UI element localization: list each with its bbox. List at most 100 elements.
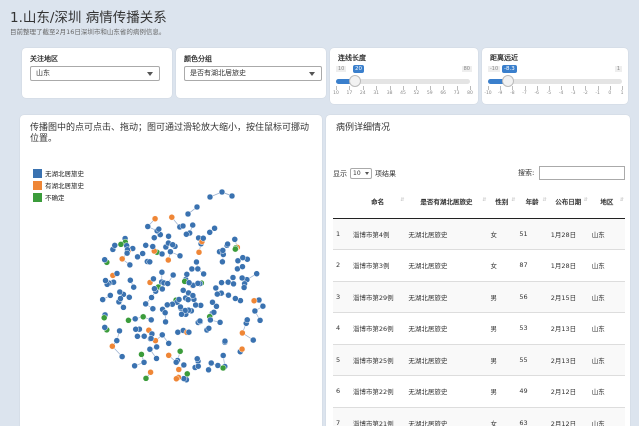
network-node[interactable] xyxy=(123,249,131,257)
network-node[interactable] xyxy=(125,317,132,324)
network-node[interactable] xyxy=(169,271,177,279)
network-node[interactable] xyxy=(210,309,218,316)
network-node[interactable] xyxy=(147,369,154,376)
network-node[interactable] xyxy=(139,313,147,321)
network-node[interactable] xyxy=(113,270,121,277)
table-row[interactable]: 7 淄博市第21例 无湖北居旅史女 63 2月12日 山东 xyxy=(333,406,625,426)
network-node[interactable] xyxy=(175,296,183,303)
network-node[interactable] xyxy=(238,274,246,282)
network-node[interactable] xyxy=(183,231,190,238)
network-node[interactable] xyxy=(189,292,197,299)
network-node[interactable] xyxy=(195,249,203,256)
network-node[interactable] xyxy=(219,247,227,254)
network-node[interactable] xyxy=(193,355,201,363)
network-node[interactable] xyxy=(224,240,231,248)
network-node[interactable] xyxy=(169,241,176,248)
network-node[interactable] xyxy=(189,221,196,229)
column-header[interactable]: 是否有湖北居旅史 ⇵ xyxy=(405,185,488,219)
network-node[interactable] xyxy=(148,294,155,301)
network-node[interactable] xyxy=(232,245,239,253)
table-row[interactable]: 4 淄博市第26例 无湖北居旅史男 53 2月13日 山东 xyxy=(333,312,625,344)
network-node[interactable] xyxy=(174,328,182,336)
network-node[interactable] xyxy=(240,284,248,291)
network-node[interactable] xyxy=(131,315,139,323)
column-header[interactable]: 命名 ⇵ xyxy=(349,185,406,219)
network-node[interactable] xyxy=(219,352,227,359)
network-node[interactable] xyxy=(151,215,159,222)
network-node[interactable] xyxy=(179,287,187,294)
network-node[interactable] xyxy=(176,252,184,260)
network-node[interactable] xyxy=(165,233,172,240)
table-row[interactable]: 1 淄博市第4例 无湖北居旅史女 51 1月28日 山东 xyxy=(333,217,625,250)
network-node[interactable] xyxy=(218,279,225,286)
network-node[interactable] xyxy=(232,295,239,302)
network-node[interactable] xyxy=(214,290,221,298)
network-node[interactable] xyxy=(211,225,218,232)
column-header[interactable]: 地区 ⇵ xyxy=(588,185,625,219)
network-node[interactable] xyxy=(221,337,229,345)
network-node[interactable] xyxy=(193,258,200,266)
network-node[interactable] xyxy=(243,316,251,324)
network-node[interactable] xyxy=(175,366,183,373)
search-input[interactable] xyxy=(539,166,625,180)
network-node[interactable] xyxy=(200,270,207,278)
network-node[interactable] xyxy=(146,258,153,266)
network-node[interactable] xyxy=(165,256,172,264)
network-node[interactable] xyxy=(142,300,149,308)
network-node[interactable] xyxy=(142,375,150,382)
network-node[interactable] xyxy=(100,314,108,322)
network-node[interactable] xyxy=(168,213,176,221)
network-node[interactable] xyxy=(107,292,114,299)
network-node[interactable] xyxy=(183,271,191,278)
network-node[interactable] xyxy=(132,326,139,333)
network-node[interactable] xyxy=(165,340,172,347)
network-node[interactable] xyxy=(231,236,239,243)
network-node[interactable] xyxy=(147,316,155,324)
network-node[interactable] xyxy=(173,375,180,383)
network-node[interactable] xyxy=(126,294,133,301)
network-node[interactable] xyxy=(206,229,213,236)
network-node[interactable] xyxy=(216,319,224,326)
network-node[interactable] xyxy=(161,309,169,316)
network-node[interactable] xyxy=(146,345,154,353)
table-row[interactable]: 2 淄博市第3例 无湖北居旅史女 87 1月28日 山东 xyxy=(333,249,625,281)
network-node[interactable] xyxy=(118,353,126,360)
network-node[interactable] xyxy=(206,193,214,201)
network-node[interactable] xyxy=(117,241,125,248)
network-node[interactable] xyxy=(185,328,193,336)
network-node[interactable] xyxy=(253,270,260,277)
network-node[interactable] xyxy=(212,284,220,292)
network-node[interactable] xyxy=(224,278,232,286)
network-node[interactable] xyxy=(162,318,169,326)
network-node[interactable] xyxy=(164,301,171,309)
column-header[interactable]: 性别 ⇵ xyxy=(487,185,517,219)
table-row[interactable]: 3 淄博市第29例 无湖北居旅史男 56 2月15日 山东 xyxy=(333,280,625,313)
network-node[interactable] xyxy=(126,261,134,269)
network-node[interactable] xyxy=(144,223,152,230)
network-node[interactable] xyxy=(192,301,199,309)
network-node[interactable] xyxy=(184,370,191,378)
network-node[interactable] xyxy=(147,335,155,342)
network-node[interactable] xyxy=(149,243,156,250)
network-node[interactable] xyxy=(120,304,127,311)
network-node[interactable] xyxy=(225,291,232,299)
network-node[interactable] xyxy=(109,343,116,350)
network-node[interactable] xyxy=(131,362,138,370)
network-node[interactable] xyxy=(207,316,214,324)
network-node[interactable] xyxy=(228,192,236,200)
network-node[interactable] xyxy=(149,305,157,313)
network-node[interactable] xyxy=(164,280,171,287)
network-node[interactable] xyxy=(178,311,185,318)
network-node[interactable] xyxy=(176,348,184,355)
network-node[interactable] xyxy=(180,361,188,369)
network-node[interactable] xyxy=(159,331,166,339)
network-node[interactable] xyxy=(194,265,202,273)
network-node[interactable] xyxy=(250,297,258,305)
network-node[interactable] xyxy=(151,234,158,241)
network-node[interactable] xyxy=(239,263,246,270)
network-node[interactable] xyxy=(140,359,148,366)
network-node[interactable] xyxy=(158,250,166,258)
network-node[interactable] xyxy=(213,303,220,310)
network-node[interactable] xyxy=(239,329,246,337)
network-node[interactable] xyxy=(229,274,237,281)
